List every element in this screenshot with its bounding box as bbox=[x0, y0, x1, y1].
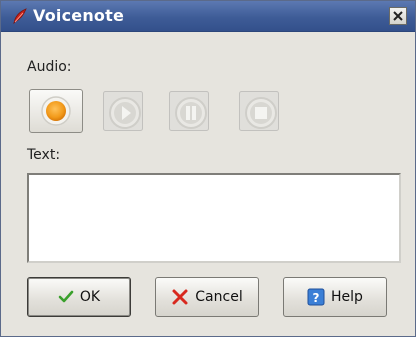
close-button[interactable] bbox=[389, 7, 407, 25]
checkmark-icon bbox=[58, 290, 74, 304]
close-icon bbox=[393, 11, 403, 21]
window-title: Voicenote bbox=[33, 6, 125, 25]
cancel-button-label: Cancel bbox=[195, 289, 243, 305]
cancel-button[interactable]: Cancel bbox=[155, 277, 259, 317]
help-button[interactable]: ? Help bbox=[283, 277, 387, 317]
audio-label: Audio: bbox=[27, 59, 72, 75]
play-button[interactable] bbox=[103, 91, 143, 131]
record-button[interactable] bbox=[29, 89, 83, 133]
help-icon: ? bbox=[307, 288, 325, 306]
stop-button[interactable] bbox=[239, 91, 279, 131]
voicenote-dialog: Voicenote Audio: Text: OK Cancel ? Help bbox=[0, 0, 416, 337]
red-feather-icon bbox=[11, 7, 29, 25]
red-x-icon bbox=[171, 288, 189, 306]
ok-button[interactable]: OK bbox=[27, 277, 131, 317]
text-label: Text: bbox=[27, 147, 61, 163]
ok-button-label: OK bbox=[79, 289, 101, 305]
title-bar[interactable]: Voicenote bbox=[1, 1, 415, 32]
help-button-label: Help bbox=[331, 289, 363, 305]
svg-text:?: ? bbox=[313, 291, 320, 305]
pause-button[interactable] bbox=[169, 91, 209, 131]
note-text-area[interactable] bbox=[27, 173, 401, 263]
